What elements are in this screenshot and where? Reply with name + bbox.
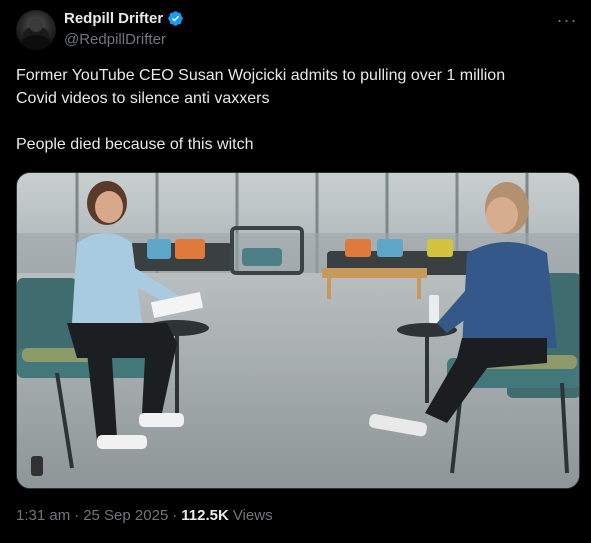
author-display-name[interactable]: Redpill Drifter	[64, 10, 163, 27]
meta-separator: ·	[74, 507, 80, 524]
more-options-icon[interactable]: ···	[555, 8, 579, 32]
post-date[interactable]: 25 Sep 2025	[83, 507, 168, 524]
post-text-line: Former YouTube CEO Susan Wojcicki admits…	[16, 67, 506, 84]
tweet: Redpill Drifter @RedpillDrifter ··· Form…	[0, 0, 591, 543]
post-text-line: Covid videos to silence anti vaxxers	[16, 90, 270, 107]
post-text-line: People died because of this witch	[16, 136, 254, 153]
post-text: Former YouTube CEO Susan Wojcicki admits…	[16, 64, 576, 156]
views-label: Views	[232, 507, 273, 524]
video-frame	[17, 173, 579, 488]
post-video[interactable]	[16, 172, 580, 489]
meta-separator: ·	[172, 507, 178, 524]
post-time[interactable]: 1:31 am	[16, 507, 70, 524]
post-metadata: 1:31 am · 25 Sep 2025 · 112.5K Views	[16, 507, 273, 524]
author-handle[interactable]: @RedpillDrifter	[64, 31, 166, 48]
video-control-icon[interactable]	[31, 456, 43, 476]
views-count[interactable]: 112.5K	[181, 507, 229, 524]
author-name-row: Redpill Drifter	[64, 10, 184, 27]
verified-badge-icon	[168, 11, 183, 26]
avatar[interactable]	[16, 10, 56, 50]
